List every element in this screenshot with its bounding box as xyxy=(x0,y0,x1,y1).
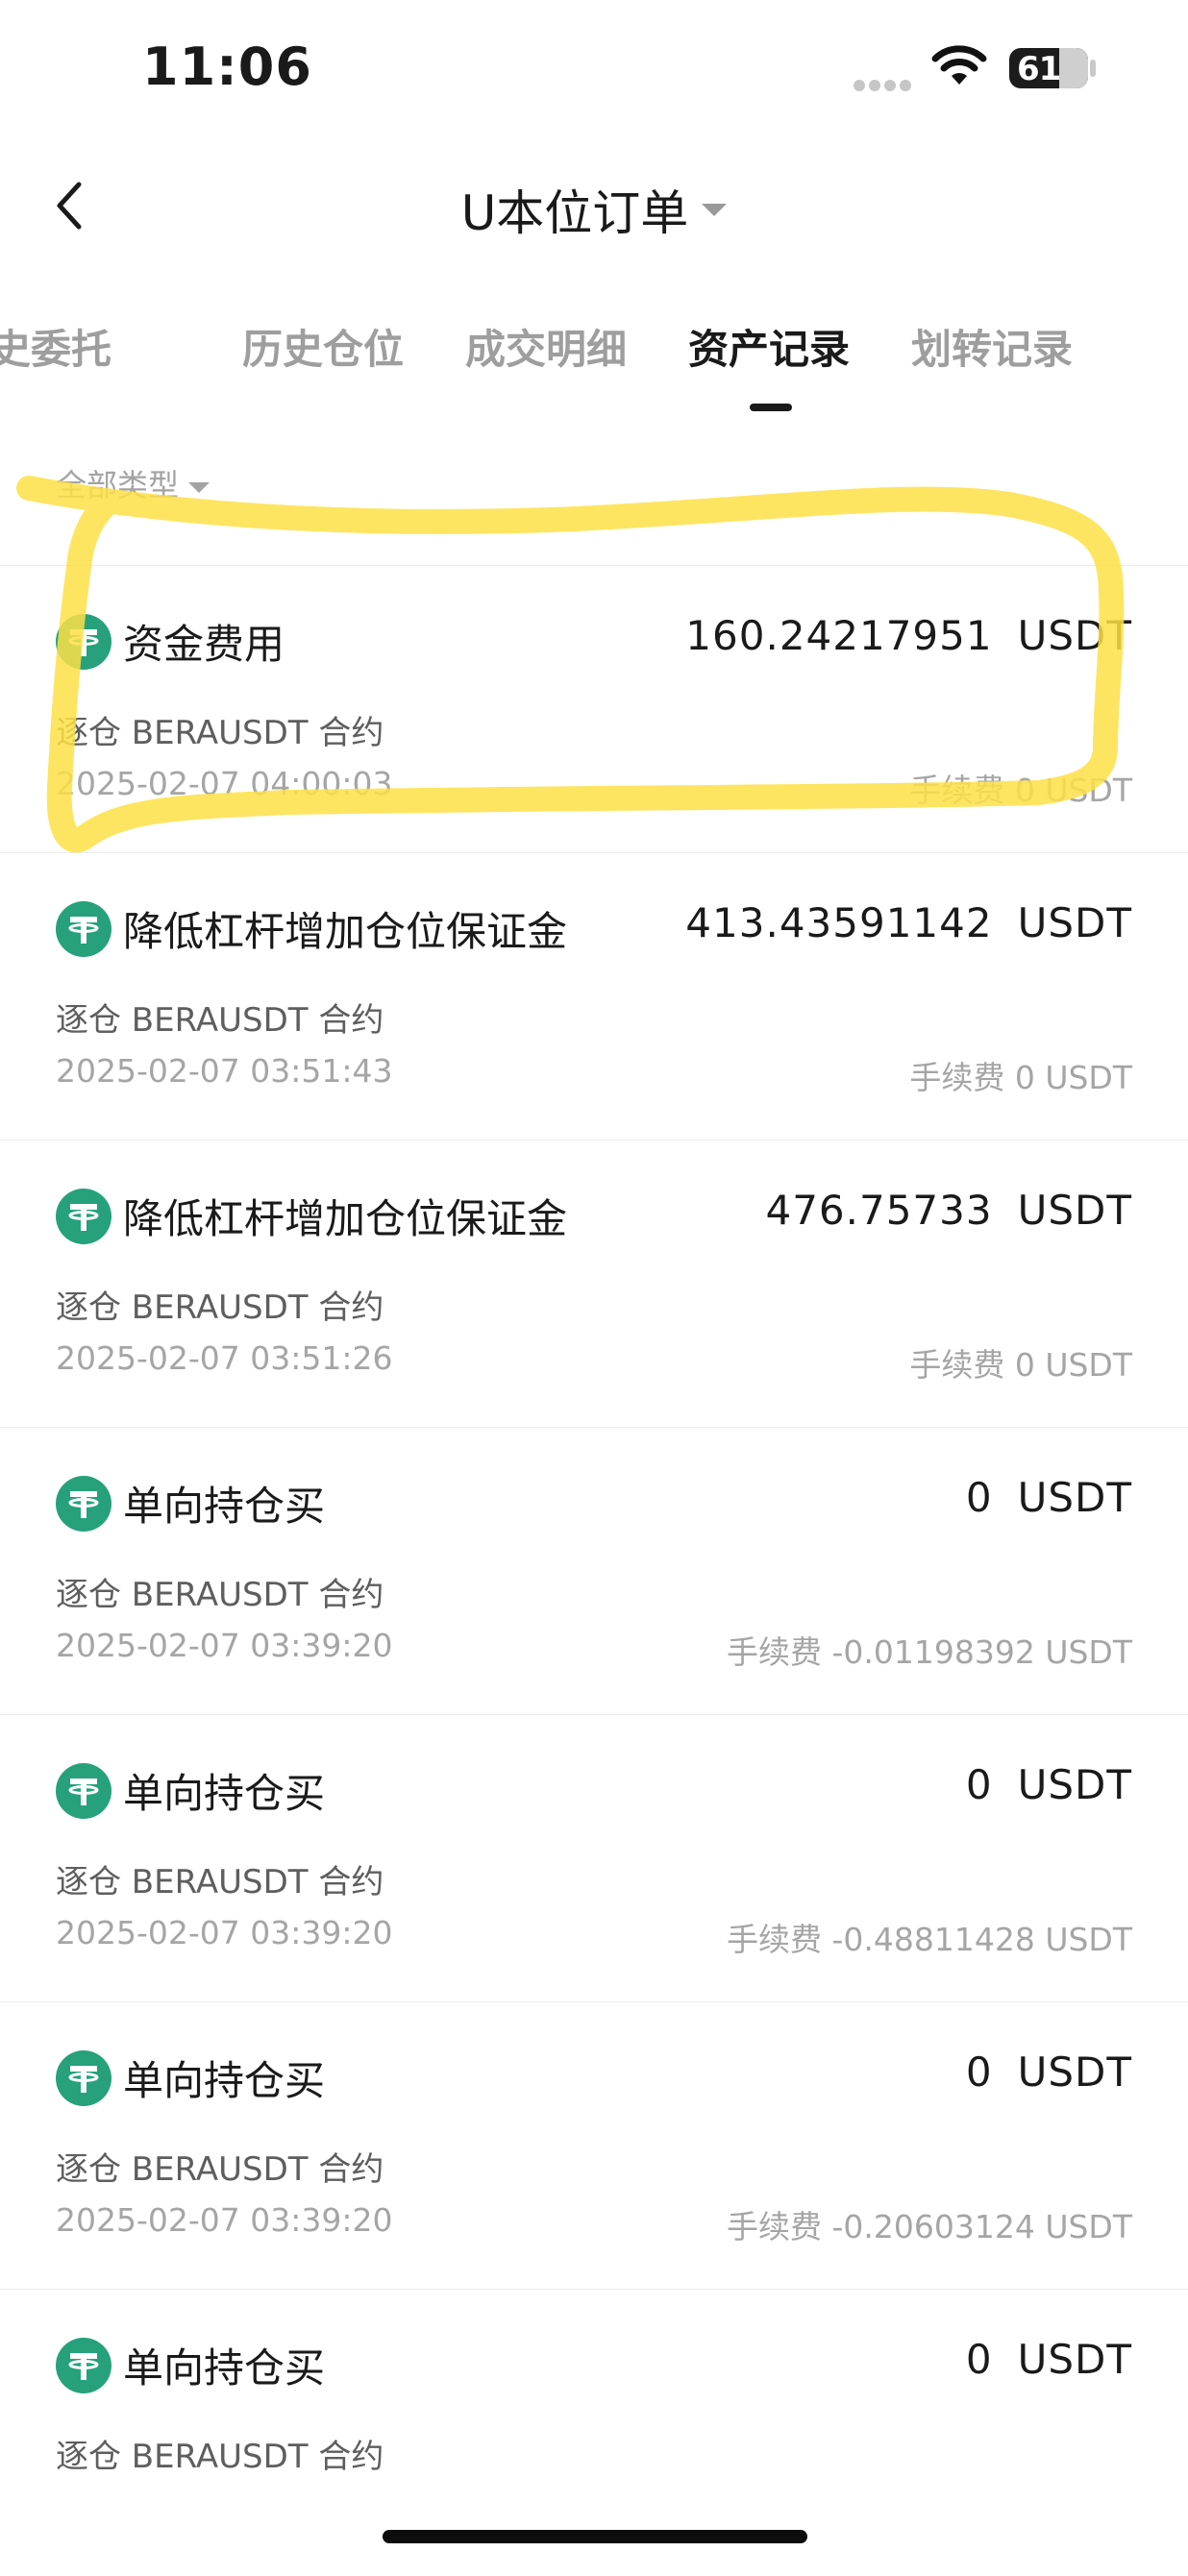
usdt-icon xyxy=(56,1189,111,1244)
record-contract: 逐仓 BERAUSDT 合约 xyxy=(56,714,384,752)
type-filter-label: 全部类型 xyxy=(56,467,180,503)
usdt-icon xyxy=(56,614,111,670)
record-item[interactable]: 资金费用 160.24217951 USDT 逐仓 BERAUSDT 合约 202… xyxy=(0,566,1188,853)
record-contract: 逐仓 BERAUSDT 合约 xyxy=(56,2438,384,2476)
amount-unit: USDT xyxy=(1017,2049,1132,2096)
record-time: 2025-02-07 04:00:03 xyxy=(56,765,393,802)
usdt-icon xyxy=(56,1763,111,1819)
record-fee: 手续费 -0.01198392 USDT xyxy=(726,1633,1132,1671)
record-type: 降低杠杆增加仓位保证金 xyxy=(123,1195,568,1242)
amount-value: 476.75733 xyxy=(765,1187,993,1234)
usdt-icon xyxy=(56,901,111,957)
status-time: 11:06 xyxy=(142,37,312,97)
record-time: 2025-02-07 03:51:43 xyxy=(56,1052,393,1090)
record-amount: 413.43591142 USDT xyxy=(685,899,1132,946)
amount-value: 0 xyxy=(965,1474,993,1521)
usdt-icon xyxy=(56,2338,111,2393)
record-fee: 手续费 0 USDT xyxy=(909,1059,1132,1096)
record-contract: 逐仓 BERAUSDT 合约 xyxy=(56,2150,384,2189)
record-type: 单向持仓买 xyxy=(123,1770,326,1817)
amount-unit: USDT xyxy=(1017,899,1132,946)
status-bar: 11:06 61 xyxy=(0,0,1188,135)
record-type: 单向持仓买 xyxy=(123,2057,326,2104)
record-time: 2025-02-07 03:39:20 xyxy=(56,1914,393,1951)
tab-trade-details[interactable]: 成交明细 xyxy=(465,317,627,376)
record-amount: 160.24217951 USDT xyxy=(685,612,1132,659)
record-time: 2025-02-07 03:51:26 xyxy=(56,1339,393,1377)
tab-asset-records[interactable]: 资产记录 xyxy=(688,317,850,376)
caret-down-icon xyxy=(702,203,728,216)
amount-value: 0 xyxy=(965,2049,993,2096)
record-type: 单向持仓买 xyxy=(123,2344,326,2392)
record-type: 资金费用 xyxy=(123,621,285,668)
record-contract: 逐仓 BERAUSDT 合约 xyxy=(56,1001,384,1040)
record-contract: 逐仓 BERAUSDT 合约 xyxy=(56,1863,384,1901)
type-filter-dropdown[interactable]: 全部类型 xyxy=(56,461,210,505)
caret-down-icon xyxy=(188,481,210,493)
amount-unit: USDT xyxy=(1017,1474,1132,1521)
amount-value: 413.43591142 xyxy=(685,899,993,946)
record-time: 2025-02-07 03:39:20 xyxy=(56,1627,393,1664)
amount-unit: USDT xyxy=(1017,612,1132,659)
tab-bar: 历史委托 历史仓位 成交明细 资产记录 划转记录 xyxy=(0,317,1188,413)
usdt-icon xyxy=(56,1476,111,1532)
amount-value: 160.24217951 xyxy=(685,612,993,659)
tab-history-orders[interactable]: 历史委托 xyxy=(0,317,111,376)
record-fee: 手续费 -0.48811428 USDT xyxy=(726,1921,1132,1958)
record-fee: 手续费 0 USDT xyxy=(909,772,1132,809)
battery-icon: 61 xyxy=(1009,48,1088,88)
record-item[interactable]: 降低杠杆增加仓位保证金 413.43591142 USDT 逐仓 BERAUSDT… xyxy=(0,853,1188,1141)
cellular-signal-icon xyxy=(854,77,915,95)
record-fee: 手续费 0 USDT xyxy=(909,1346,1132,1384)
record-time: 2025-02-07 03:39:20 xyxy=(56,2201,393,2239)
amount-value: 0 xyxy=(965,1761,993,1808)
record-contract: 逐仓 BERAUSDT 合约 xyxy=(56,1288,384,1327)
wifi-icon xyxy=(931,45,987,85)
record-amount: 0 USDT xyxy=(966,2049,1132,2096)
record-item[interactable]: 单向持仓买 0 USDT 逐仓 BERAUSDT 合约 2025-02-07 03… xyxy=(0,1428,1188,1715)
amount-unit: USDT xyxy=(1017,2336,1132,2383)
battery-level: 61 xyxy=(1017,50,1061,88)
page-title: U本位订单 xyxy=(460,185,689,241)
record-amount: 476.75733 USDT xyxy=(765,1187,1132,1234)
battery-cap xyxy=(1090,60,1096,77)
amount-unit: USDT xyxy=(1017,1187,1132,1234)
record-type: 单向持仓买 xyxy=(123,1483,326,1530)
asset-records-list: 资金费用 160.24217951 USDT 逐仓 BERAUSDT 合约 202… xyxy=(0,566,1188,2576)
record-item[interactable]: 单向持仓买 0 USDT 逐仓 BERAUSDT 合约 2025-02-07 03… xyxy=(0,1715,1188,2002)
tab-history-positions[interactable]: 历史仓位 xyxy=(242,317,404,376)
record-amount: 0 USDT xyxy=(966,1474,1132,1521)
record-item[interactable]: 降低杠杆增加仓位保证金 476.75733 USDT 逐仓 BERAUSDT 合约… xyxy=(0,1141,1188,1428)
record-item[interactable]: 单向持仓买 0 USDT 逐仓 BERAUSDT 合约 2025-02-07 03… xyxy=(0,2002,1188,2290)
home-indicator xyxy=(383,2530,807,2543)
usdt-icon xyxy=(56,2050,111,2106)
record-fee: 手续费 -0.20603124 USDT xyxy=(726,2208,1132,2245)
tab-transfer-records[interactable]: 划转记录 xyxy=(911,317,1073,376)
record-type: 降低杠杆增加仓位保证金 xyxy=(123,908,568,955)
record-amount: 0 USDT xyxy=(966,1761,1132,1808)
record-contract: 逐仓 BERAUSDT 合约 xyxy=(56,1576,384,1614)
amount-unit: USDT xyxy=(1017,1761,1132,1808)
record-amount: 0 USDT xyxy=(966,2336,1132,2383)
amount-value: 0 xyxy=(965,2336,993,2383)
tab-active-indicator xyxy=(750,404,792,411)
page-title-dropdown[interactable]: U本位订单 xyxy=(0,175,1188,244)
